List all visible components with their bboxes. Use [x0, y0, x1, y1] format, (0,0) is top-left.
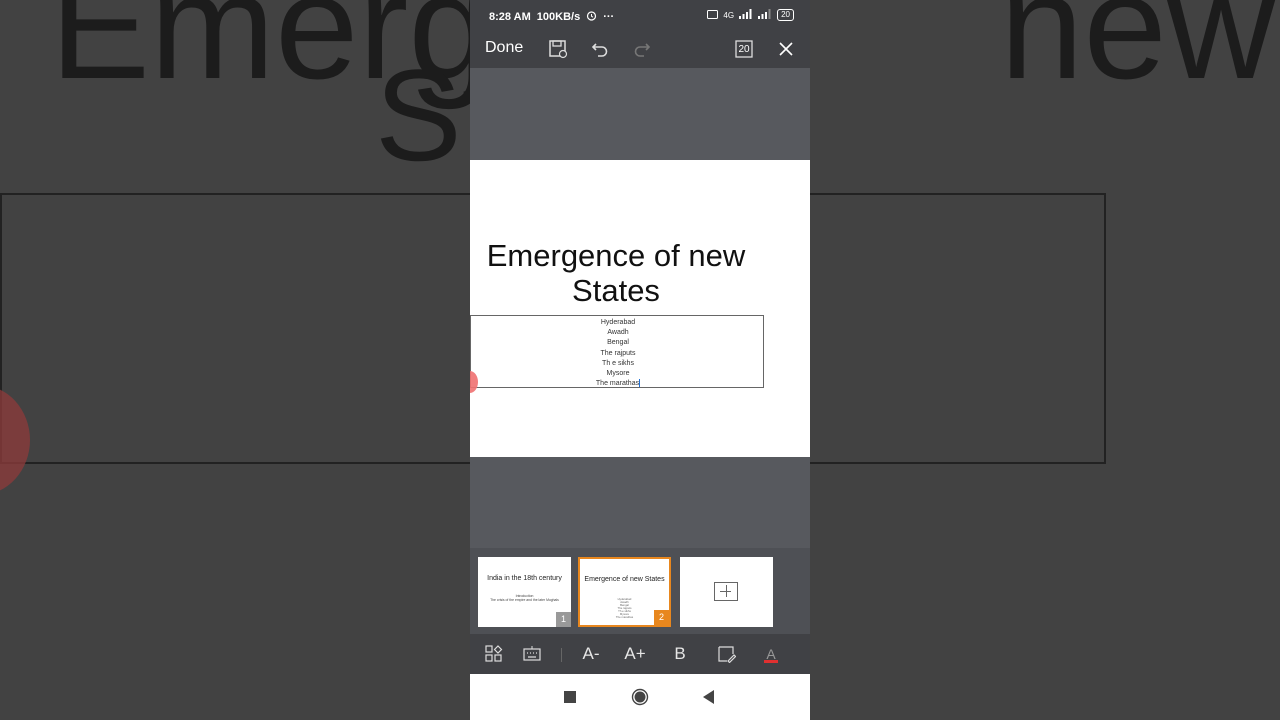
slide-bullet-list: Hyderabad Awadh Bengal The rajputs Th e … — [471, 318, 765, 389]
list-item: Awadh — [607, 329, 629, 337]
thumbnail-title: India in the 18th century — [487, 575, 562, 582]
list-item: The rajputs — [600, 349, 636, 357]
thumbnail-subtitle-line: The crisis of the empire and the later M… — [490, 598, 559, 602]
slide-canvas[interactable]: Emergence of new States Hyderabad Awadh … — [470, 160, 810, 457]
signal-icon — [739, 9, 753, 21]
back-icon[interactable] — [699, 687, 719, 707]
more-notifications-icon: ··· — [603, 11, 615, 23]
list-item-with-cursor: The marathas — [471, 379, 765, 389]
navigation-bar — [470, 674, 810, 720]
slide-thumbnails: India in the 18th century Introduction T… — [470, 548, 810, 634]
volte-icon — [707, 9, 719, 21]
network-type: 4G — [723, 10, 735, 20]
thumbnail-subtitle: Introduction The crisis of the empire an… — [478, 594, 571, 602]
slide-count-button[interactable]: 20 — [733, 38, 755, 60]
slide-count-label: 20 — [738, 43, 750, 55]
text-cursor — [639, 379, 641, 388]
list-item: Hyderabad — [600, 319, 636, 326]
alarm-icon — [586, 10, 597, 24]
bold-button[interactable]: B — [670, 642, 690, 666]
list-item: Bengal — [607, 339, 629, 347]
thumbnail-number: 2 — [654, 610, 669, 625]
slide-textbox[interactable]: Hyderabad Awadh Bengal The rajputs Th e … — [470, 315, 764, 388]
phone-screen: 8:28 AM 100KB/s ··· 4G 20 Done 20 Emerge… — [470, 0, 810, 720]
close-icon[interactable] — [775, 38, 797, 60]
text-highlight-icon[interactable] — [716, 642, 738, 666]
tools-grid-icon[interactable] — [483, 642, 505, 666]
list-item: Th e sikhs — [602, 359, 634, 367]
battery-level: 20 — [777, 9, 794, 21]
redo-icon[interactable] — [631, 38, 653, 60]
decrease-font-button[interactable]: A- — [578, 642, 604, 666]
font-color-swatch — [764, 659, 778, 663]
keyboard-icon[interactable] — [521, 642, 543, 666]
increase-font-button[interactable]: A+ — [622, 642, 648, 666]
thumbnail-title: Emergence of new States — [584, 576, 665, 583]
font-color-button[interactable]: A — [761, 642, 781, 666]
list-item: The marathas — [595, 380, 640, 388]
slide-title[interactable]: Emergence of new States — [470, 238, 762, 308]
home-icon[interactable] — [630, 687, 650, 707]
status-time: 8:28 AM — [489, 11, 531, 23]
slide-thumbnail-2[interactable]: Emergence of new States Hyderabad Awadh … — [578, 557, 671, 627]
status-speed: 100KB/s — [536, 11, 581, 23]
undo-icon[interactable] — [589, 38, 611, 60]
slide-thumbnail-1[interactable]: India in the 18th century Introduction T… — [478, 557, 571, 627]
add-slide-button[interactable] — [680, 557, 773, 627]
save-icon[interactable] — [547, 38, 569, 60]
done-button[interactable]: Done — [485, 39, 523, 57]
add-slide-icon — [714, 582, 738, 601]
list-item: Mysore — [606, 370, 630, 378]
editor-toolbar: Done 20 — [470, 32, 810, 68]
background-title-fragment: new — [1000, 0, 1276, 110]
signal-icon-2 — [758, 9, 772, 21]
canvas-area — [470, 68, 810, 160]
formatting-toolbar: A- A+ B A — [470, 634, 810, 674]
status-bar: 8:28 AM 100KB/s ··· 4G 20 — [470, 0, 810, 32]
toolbar-divider — [561, 648, 562, 662]
recents-icon[interactable] — [560, 687, 580, 707]
thumbnail-number: 1 — [556, 612, 571, 627]
